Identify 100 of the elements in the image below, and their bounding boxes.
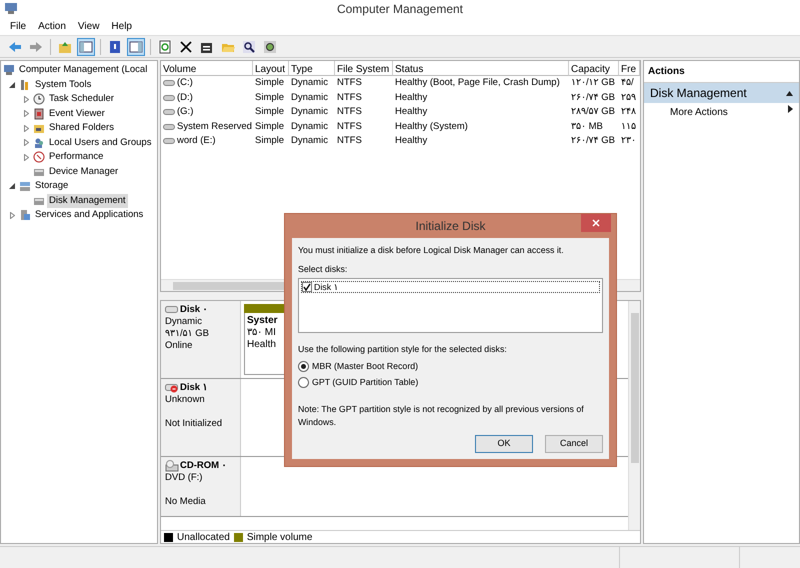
tree-item[interactable]: Computer Management (Local [17,63,150,78]
tree-item[interactable]: Device Manager [47,164,120,179]
toolbar-button[interactable] [127,38,145,56]
column-header[interactable]: Volume [161,61,253,76]
magnifier-icon [242,40,256,54]
app-icon [4,1,18,15]
collapsed-arrow-icon[interactable] [24,154,28,161]
column-header[interactable]: File System [335,61,393,76]
expanded-arrow-icon[interactable] [9,183,15,190]
dialog-button[interactable]: OK [475,435,533,453]
table-cell-text: Dynamic [290,90,329,104]
field-label: Use the following partition style for the selected disks: [298,343,508,356]
tree-item[interactable]: Local Users and Groups [47,136,154,150]
close-icon [592,219,600,228]
drive-icon [163,94,175,102]
tree-item[interactable]: Storage [33,179,70,194]
list-item[interactable]: Disk ۱ [314,280,339,294]
computer-icon [3,64,15,76]
table-cell-text: ۲۴۸ [620,105,637,119]
column-header[interactable]: Fre [619,61,640,76]
tree-item[interactable]: Performance [47,150,106,164]
column-header[interactable]: Capacity [569,61,619,76]
menu-item[interactable]: Help [107,19,136,34]
table-cell-text: Dynamic [290,76,329,90]
services-icon [19,209,31,222]
disk-info: Unknown [165,394,206,406]
disk-info: ۹۳۱/۵۱ GB [165,328,210,340]
drive-icon [163,122,175,131]
table-cell-text: NTFS [336,76,363,90]
close-button[interactable] [581,214,611,232]
table-cell-text: NTFS [336,90,363,104]
legend-label: Unallocated [177,530,230,543]
tree-item[interactable]: Task Scheduler [47,92,116,106]
toolbar-button[interactable] [77,38,95,56]
collapsed-arrow-icon[interactable] [24,139,28,146]
disk-status: Online [165,340,194,352]
column-header[interactable]: Type [289,61,335,76]
menu-item[interactable]: View [74,19,104,34]
menu-item[interactable]: Action [34,19,70,34]
radio-button[interactable] [298,360,309,372]
partition-status: Health [247,339,277,351]
collapsed-arrow-icon[interactable] [24,124,28,132]
radio-label[interactable]: MBR (Master Boot Record) [312,360,418,373]
actions-section[interactable]: Disk Management [644,83,799,103]
table-cell-text: NTFS [336,120,363,134]
disk-info: DVD (F:) [165,472,204,484]
collapse-arrow-icon [786,90,793,96]
table-cell: (C:) [177,76,193,90]
collapsed-arrow-icon[interactable] [10,212,14,219]
field-label: Select disks: [298,263,348,276]
back-arrow-icon [8,40,22,54]
expanded-arrow-icon[interactable] [9,82,15,88]
table-cell-text: NTFS [336,134,363,148]
users-icon [33,136,45,149]
collapsed-arrow-icon[interactable] [24,110,28,118]
menu-item[interactable]: File [6,19,30,34]
help-icon [108,40,122,54]
tree-item[interactable]: Services and Applications [33,208,146,222]
table-cell-text: Simple [254,134,286,148]
disk-status: No Media [165,496,207,508]
submenu-arrow-icon [788,105,793,113]
radio-label[interactable]: GPT (GUID Partition Table) [312,376,418,389]
table-cell: word (E:) [177,134,216,148]
dialog-button[interactable]: Cancel [545,435,603,453]
table-cell-text: Healthy [394,105,428,119]
table-cell-text: Simple [254,120,286,134]
column-header[interactable]: Status [393,61,569,76]
disk-name: CD-ROM ۰ [180,460,227,472]
radio-button[interactable] [298,376,309,388]
tools-icon [19,78,31,91]
vertical-scrollbar[interactable] [628,301,640,530]
tree-item[interactable]: System Tools [33,78,94,92]
folder-up-icon [58,40,72,54]
table-cell-text: ۴۵/ [620,76,635,90]
table-cell-text: Healthy (System) [394,120,469,134]
action-item[interactable]: More Actions [644,103,799,120]
table-cell-text: ۲۵۹ [620,90,637,104]
drive-icon [163,79,175,88]
partition-name: Syster [247,315,278,326]
table-cell-text: ۳۵۰ MB [570,120,604,134]
tree-item[interactable]: Event Viewer [47,106,107,121]
collapsed-arrow-icon[interactable] [24,96,28,103]
disk-list[interactable]: Disk ۱ [298,278,603,334]
drive-icon [163,108,175,116]
table-cell: (G:) [177,105,194,120]
disk-name: Disk ۰ [180,304,208,316]
table-cell-text: Dynamic [290,120,329,134]
window-title: Computer Management [336,1,464,18]
tree-item[interactable]: Disk Management [47,194,128,208]
disk-error-icon [165,382,179,394]
table-cell-text: ۲۶۰/۷۴ GB [570,90,616,104]
checkbox[interactable] [302,282,312,292]
storage-icon [19,180,31,192]
partition-size: ۳۵۰ MI [247,327,277,339]
table-cell-text: Simple [254,90,286,104]
shared-folder-icon [33,122,45,134]
column-header[interactable]: Layout [253,61,289,76]
legend-label: Simple volume [246,530,312,543]
delete-icon [179,40,193,54]
tree-item[interactable]: Shared Folders [47,121,116,136]
